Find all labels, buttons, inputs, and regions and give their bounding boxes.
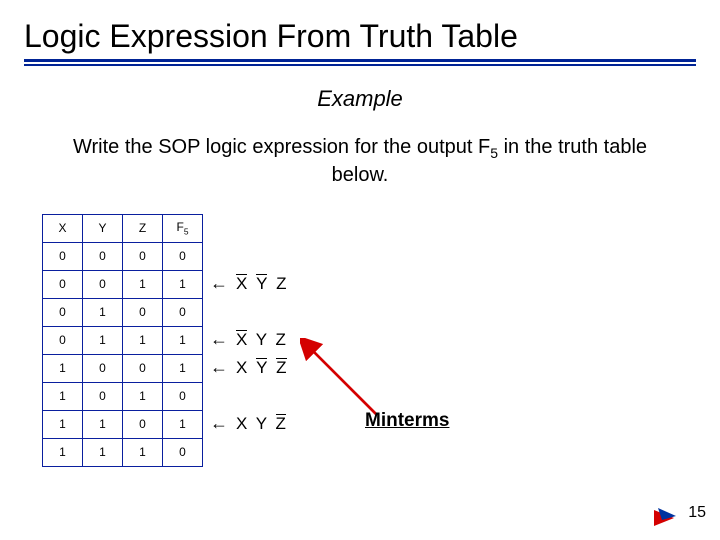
table-row: 0000 bbox=[43, 242, 203, 270]
prompt-text: Write the SOP logic expression for the o… bbox=[60, 134, 660, 188]
minterm-literals: X Y Z bbox=[236, 414, 288, 434]
corner-logo-icon bbox=[650, 506, 678, 530]
truth-table: X Y Z F5 0000 0011 0100 0111 1001 1010 1… bbox=[42, 214, 203, 467]
example-heading: Example bbox=[0, 86, 720, 112]
minterm-expression: ← X Y Z bbox=[210, 270, 289, 298]
page-title: Logic Expression From Truth Table bbox=[0, 0, 720, 59]
minterm-literals: X Y Z bbox=[236, 358, 289, 378]
minterm-literals: X Y Z bbox=[236, 330, 288, 350]
table-row: 0011 bbox=[43, 270, 203, 298]
minterm-expression: ← X Y Z bbox=[210, 410, 288, 438]
left-arrow-icon: ← bbox=[210, 413, 228, 434]
minterms-label: Minterms bbox=[365, 410, 449, 432]
left-arrow-icon: ← bbox=[210, 273, 228, 294]
table-row: 1010 bbox=[43, 382, 203, 410]
table-row: 0100 bbox=[43, 298, 203, 326]
minterm-expression: ← X Y Z bbox=[210, 354, 289, 382]
prompt-sub: 5 bbox=[490, 145, 498, 161]
table-header-row: X Y Z F5 bbox=[43, 214, 203, 242]
col-f: F5 bbox=[163, 214, 203, 242]
col-x: X bbox=[43, 214, 83, 242]
prompt-pre: Write the SOP logic expression for the o… bbox=[73, 136, 490, 158]
col-y: Y bbox=[83, 214, 123, 242]
col-z: Z bbox=[123, 214, 163, 242]
minterm-literals: X Y Z bbox=[236, 274, 289, 294]
left-arrow-icon: ← bbox=[210, 357, 228, 378]
left-arrow-icon: ← bbox=[210, 329, 228, 350]
page-number: 15 bbox=[688, 504, 706, 522]
table-row: 1110 bbox=[43, 438, 203, 466]
table-row: 1001 bbox=[43, 354, 203, 382]
minterm-expression: ← X Y Z bbox=[210, 326, 288, 354]
title-rule bbox=[0, 59, 720, 66]
table-row: 0111 bbox=[43, 326, 203, 354]
table-row: 1101 bbox=[43, 410, 203, 438]
